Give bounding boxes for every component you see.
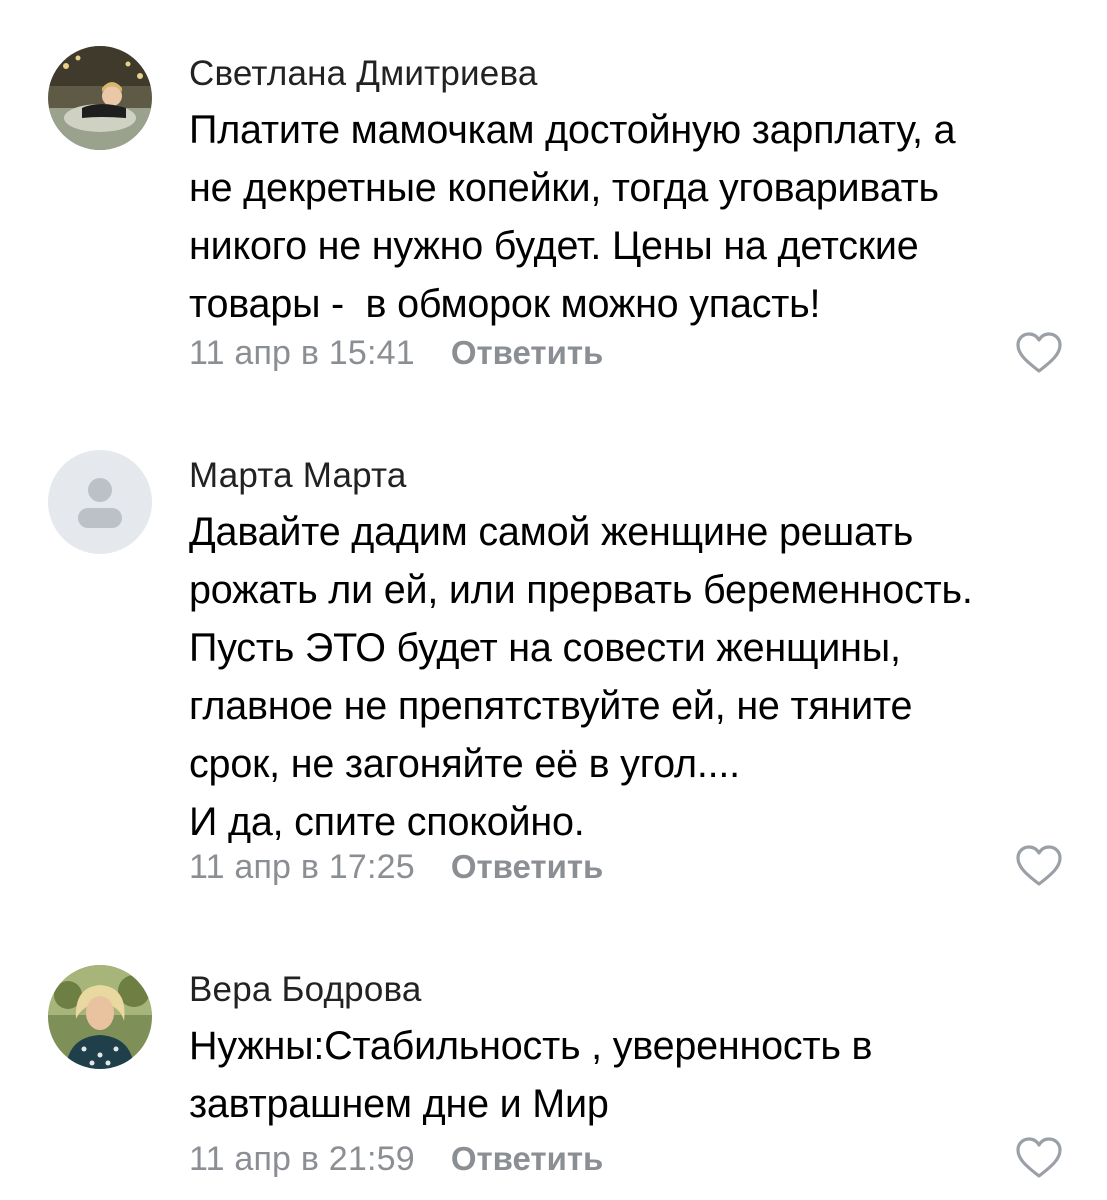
comment-text-line: завтрашнем дне и Мир [189,1082,609,1126]
avatar-svetlana[interactable] [48,46,152,150]
comment-text-line: товары - в обморок можно упасть! [189,282,821,326]
comment-author[interactable]: Марта Марта [189,456,407,496]
comment-text-line: не декретные копейки, тогда уговаривать [189,166,939,210]
comment-meta: 11 апр в 21:59 Ответить [189,1139,603,1179]
avatar-photo-icon [48,965,152,1069]
heart-outline-icon [1016,845,1062,886]
comment-text-line: Давайте дадим самой женщине решать [189,510,914,554]
comment-meta: 11 апр в 15:41 Ответить [189,333,603,373]
comment-text-line: главное не препятствуйте ей, не тяните [189,684,913,728]
comment-text-line: Пусть ЭТО будет на совести женщины, [189,626,901,670]
avatar-photo-icon [48,46,152,150]
comment-text-line: И да, спите спокойно. [189,800,585,844]
comment-date: 11 апр в 17:25 [189,847,415,886]
comment-text-line: никого не нужно будет. Цены на детские [189,224,919,268]
user-placeholder-icon [48,450,152,554]
heart-outline-icon [1016,1137,1062,1178]
comment-text-line: срок, не загоняйте её в угол.... [189,742,740,786]
reply-button[interactable]: Ответить [451,848,604,886]
comment-text-line: рожать ли ей, или прервать беременность. [189,568,973,612]
reply-button[interactable]: Ответить [451,334,604,372]
avatar-marta[interactable] [48,450,152,554]
heart-outline-icon [1016,332,1062,373]
comment-text-line: Нужны:Стабильность , уверенность в [189,1024,873,1068]
comment-author[interactable]: Светлана Дмитриева [189,54,538,94]
comment-text: Платите мамочкам достойную зарплату, а н… [189,101,1089,333]
avatar-vera[interactable] [48,965,152,1069]
comment-text-line: Платите мамочкам достойную зарплату, а [189,108,956,152]
comment-meta: 11 апр в 17:25 Ответить [189,847,603,887]
comment-date: 11 апр в 15:41 [189,333,415,372]
comment-text: Давайте дадим самой женщине решать рожат… [189,503,1089,851]
like-button[interactable] [1014,330,1064,376]
like-button[interactable] [1014,1135,1064,1181]
comment-text: Нужны:Стабильность , уверенность в завтр… [189,1017,1089,1133]
reply-button[interactable]: Ответить [451,1140,604,1178]
like-button[interactable] [1014,843,1064,889]
comment-author[interactable]: Вера Бодрова [189,970,422,1010]
comment-date: 11 апр в 21:59 [189,1139,415,1178]
